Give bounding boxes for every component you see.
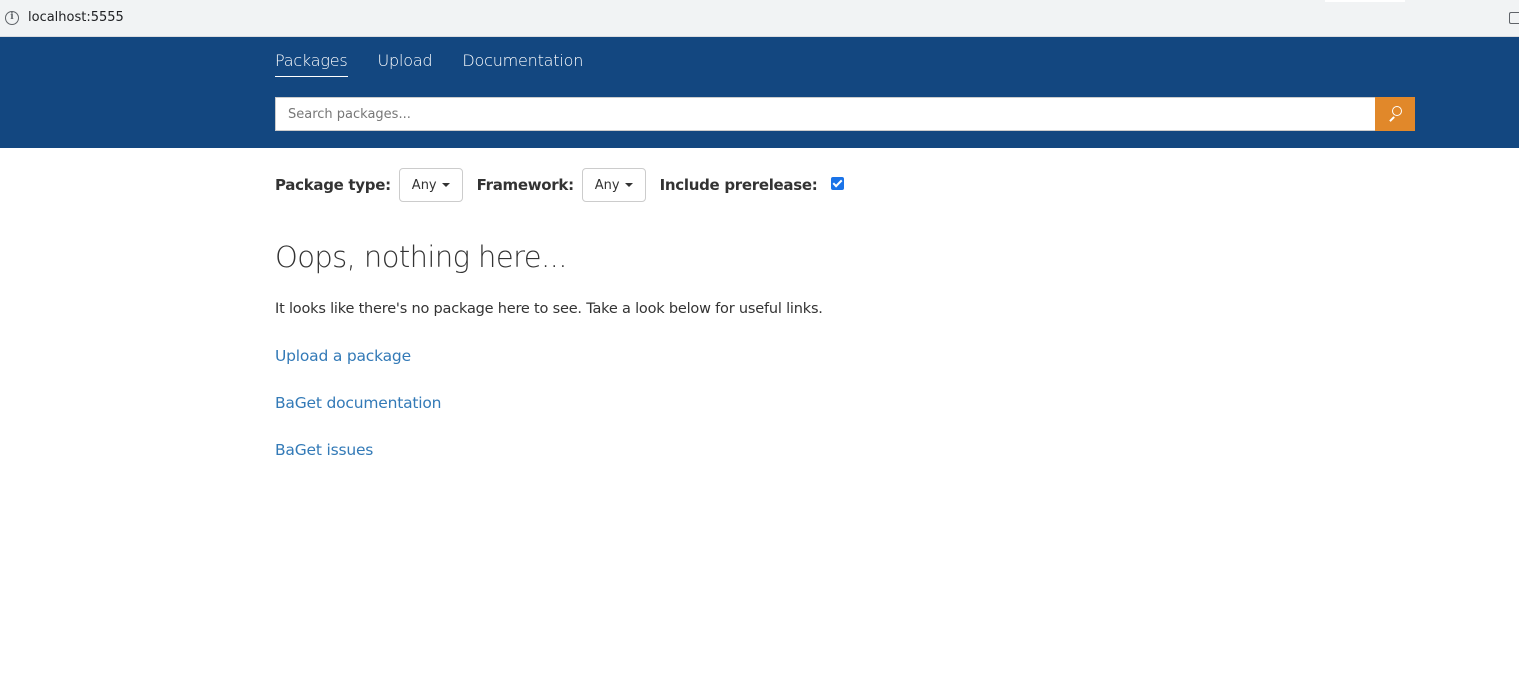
- upload-package-link[interactable]: Upload a package: [275, 347, 411, 365]
- nav-links: Packages Upload Documentation: [275, 51, 613, 77]
- framework-label: Framework:: [476, 176, 574, 194]
- search-button[interactable]: [1375, 97, 1415, 131]
- prerelease-label: Include prerelease:: [659, 176, 818, 194]
- address-url[interactable]: localhost:5555: [28, 10, 124, 25]
- framework-dropdown[interactable]: Any: [581, 168, 646, 202]
- package-type-value: Any: [411, 177, 437, 193]
- nav-link-upload[interactable]: Upload: [378, 51, 433, 77]
- empty-state: Oops, nothing here... It looks like ther…: [275, 240, 1175, 459]
- empty-state-description: It looks like there's no package here to…: [275, 301, 823, 317]
- caret-down-icon: [441, 183, 450, 187]
- search-icon: [1392, 106, 1402, 116]
- caret-down-icon: [624, 183, 633, 187]
- tab-strip: [1325, 0, 1405, 2]
- nav-link-documentation[interactable]: Documentation: [462, 51, 583, 77]
- prerelease-checkbox[interactable]: [831, 176, 845, 190]
- package-type-dropdown[interactable]: Any: [398, 168, 463, 202]
- page-title: Oops, nothing here...: [275, 240, 567, 274]
- issues-link[interactable]: BaGet issues: [275, 441, 373, 459]
- search-icon-handle: [1389, 116, 1395, 122]
- share-icon[interactable]: [1509, 12, 1519, 24]
- filters-bar: Package type: Any Framework: Any Include…: [275, 168, 845, 202]
- package-type-label: Package type:: [275, 176, 391, 194]
- search-bar: [275, 97, 1415, 131]
- info-icon[interactable]: i: [5, 11, 19, 25]
- navbar: Packages Upload Documentation: [0, 37, 1519, 148]
- nav-link-packages[interactable]: Packages: [275, 51, 348, 77]
- browser-address-bar: i localhost:5555: [0, 0, 1519, 37]
- framework-value: Any: [594, 177, 620, 193]
- documentation-link[interactable]: BaGet documentation: [275, 394, 441, 412]
- search-input[interactable]: [275, 97, 1375, 131]
